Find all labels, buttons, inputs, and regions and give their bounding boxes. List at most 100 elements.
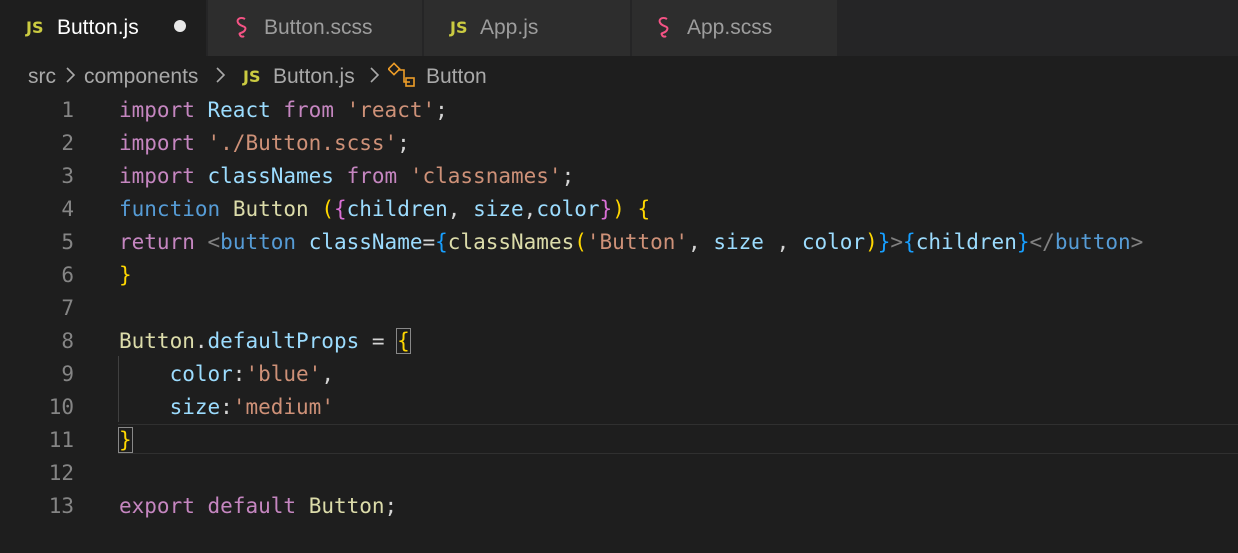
code-token: color: [801, 230, 866, 254]
code-token: (: [321, 197, 334, 221]
code-line[interactable]: 3 import classNames from 'classnames';: [0, 160, 1238, 193]
code-token: 'react': [346, 98, 436, 122]
code-token: ;: [561, 164, 575, 188]
line-number: 5: [61, 230, 74, 254]
code-token: ;: [397, 131, 410, 155]
unsaved-dot-icon[interactable]: [174, 20, 186, 32]
code-token: defaultProps: [207, 329, 360, 353]
code-token: .: [194, 329, 208, 353]
tab-app-js[interactable]: JS App.js: [424, 0, 630, 56]
breadcrumb-symbol[interactable]: Button: [426, 65, 487, 89]
code-line[interactable]: 4 function Button ({children, size,color}…: [0, 193, 1238, 226]
code-line[interactable]: 9 color:'blue',: [0, 358, 1238, 391]
code-token: color: [169, 362, 233, 386]
code-token: ,: [523, 197, 537, 221]
code-token: button: [220, 230, 297, 254]
code-token: Button: [308, 494, 385, 518]
code-token: './Button.scss': [207, 131, 398, 155]
code-token: =: [422, 230, 436, 254]
code-text: }: [118, 424, 133, 457]
line-number: 2: [61, 131, 74, 155]
code-token: ,: [688, 230, 714, 254]
line-number: 4: [61, 197, 74, 221]
code-token: color: [536, 197, 600, 221]
code-text: import './Button.scss';: [119, 127, 410, 160]
code-line[interactable]: 10 size:'medium': [0, 391, 1238, 424]
breadcrumb: src components JS Button.js Button: [0, 56, 1238, 96]
code-text: Button.defaultProps = {: [119, 325, 411, 358]
code-token: ;: [384, 494, 398, 518]
line-number: 6: [61, 263, 74, 287]
code-token: function: [119, 197, 221, 221]
code-token: return: [119, 230, 195, 254]
tab-button-scss[interactable]: Button.scss: [208, 0, 422, 56]
code-token: 'blue': [245, 362, 322, 386]
code-token: {: [396, 328, 411, 354]
code-text: import classNames from 'classnames';: [119, 160, 574, 193]
line-number: 11: [48, 428, 74, 452]
code-token: <: [207, 230, 221, 254]
code-line[interactable]: 7: [0, 292, 1238, 325]
code-line[interactable]: 1 import React from 'react';: [0, 94, 1238, 127]
code-token: 'classnames': [409, 164, 562, 188]
code-token: 'Button': [586, 230, 689, 254]
code-token: classNames: [447, 230, 575, 254]
scss-file-icon: [234, 16, 250, 44]
line-number: 9: [61, 362, 74, 386]
breadcrumb-file[interactable]: Button.js: [273, 65, 355, 89]
code-line[interactable]: 2 import './Button.scss';: [0, 127, 1238, 160]
code-token: ,: [321, 362, 334, 386]
breadcrumb-components[interactable]: components: [84, 65, 198, 89]
chevron-right-icon: [64, 62, 78, 94]
code-token: size: [713, 230, 764, 254]
code-line[interactable]: 13 export default Button;: [0, 490, 1238, 523]
code-token: >: [1130, 230, 1144, 254]
code-text: size:'medium': [119, 391, 334, 424]
line-number: 1: [61, 98, 74, 122]
code-token: children: [346, 197, 448, 221]
code-token: export: [119, 494, 195, 518]
line-number: 7: [61, 296, 74, 320]
code-token: ,: [447, 197, 474, 221]
code-token: ;: [435, 98, 448, 122]
breadcrumb-src[interactable]: src: [28, 65, 56, 89]
code-token: (: [574, 230, 587, 254]
code-token: from: [346, 164, 398, 188]
code-token: }: [118, 427, 133, 453]
code-token: }: [1016, 230, 1030, 254]
tab-app-scss[interactable]: App.scss: [632, 0, 837, 56]
line-number: 3: [61, 164, 74, 188]
code-editor[interactable]: 1 import React from 'react'; 2 import './Bu…: [0, 94, 1238, 553]
scss-file-icon: [656, 16, 672, 44]
chevron-right-icon: [368, 62, 382, 94]
code-token: :: [220, 395, 233, 419]
code-text: color:'blue',: [119, 358, 334, 391]
code-token: size: [473, 197, 524, 221]
code-line[interactable]: 8 Button.defaultProps = {: [0, 325, 1238, 358]
code-token: </: [1029, 230, 1055, 254]
tab-button-js[interactable]: JS Button.js: [0, 0, 206, 56]
code-line[interactable]: 6}: [0, 259, 1238, 292]
code-text: return <button className={classNames('Bu…: [119, 226, 1143, 259]
code-token: }: [119, 263, 132, 287]
code-token: =: [359, 329, 398, 353]
code-line[interactable]: 12: [0, 457, 1238, 490]
code-token: 'medium': [232, 395, 334, 419]
line-number: 13: [48, 494, 74, 518]
code-token: {: [435, 230, 448, 254]
code-line[interactable]: 5 return <button className={classNames('B…: [0, 226, 1238, 259]
tab-label: App.js: [480, 16, 539, 39]
code-line[interactable]: 11}: [0, 424, 1238, 457]
code-token: }: [599, 197, 613, 221]
code-token: classNames: [207, 164, 334, 188]
